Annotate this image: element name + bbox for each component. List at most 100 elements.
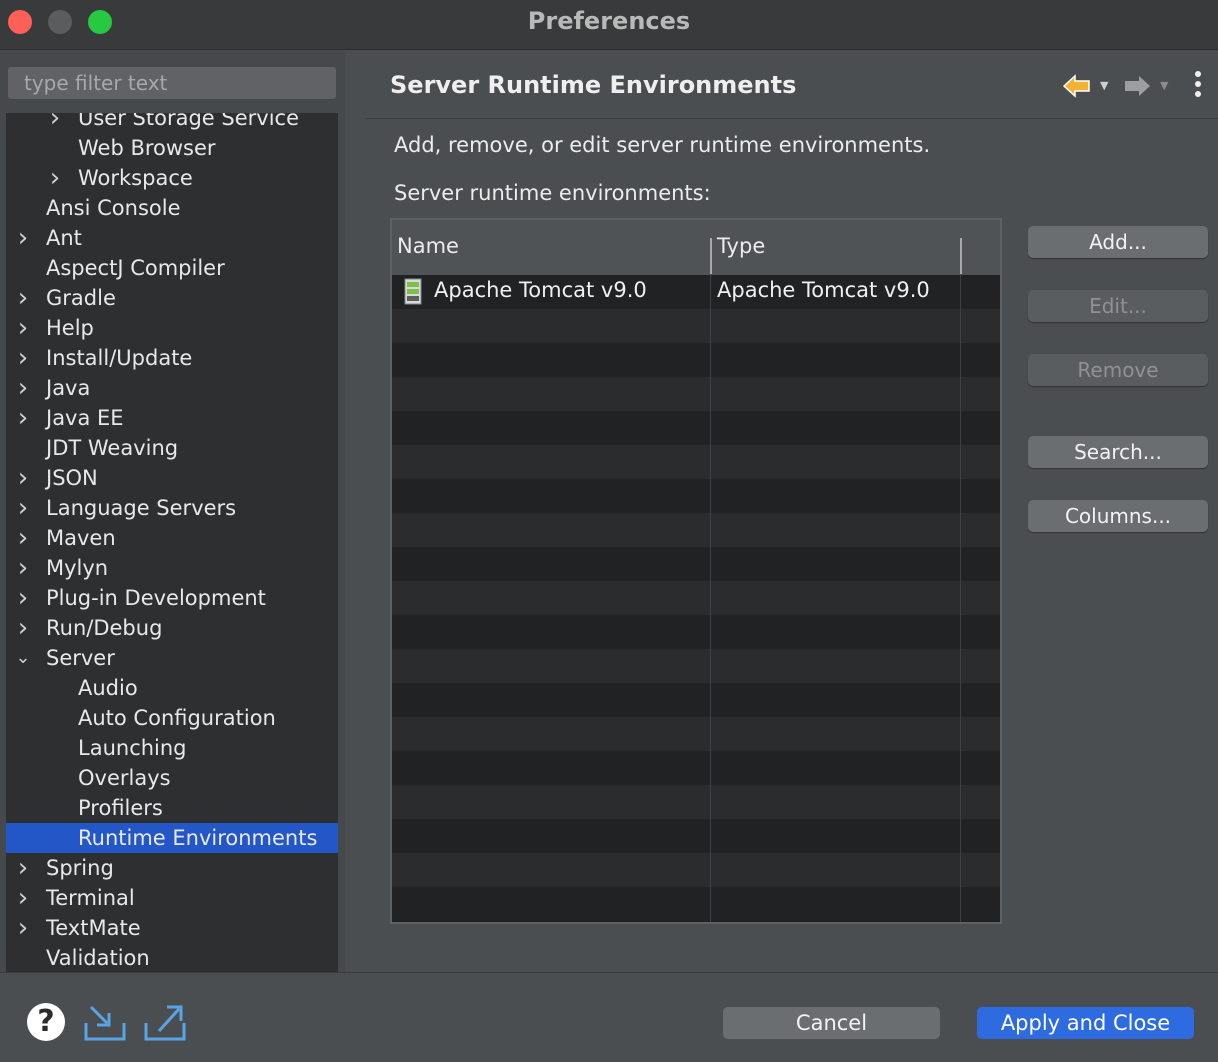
chevron-right-icon[interactable]: › [14,883,32,913]
chevron-right-icon[interactable]: › [14,343,32,373]
tree-item-label: Audio [78,676,138,700]
chevron-right-icon[interactable]: › [14,223,32,253]
add-button[interactable]: Add... [1028,226,1208,258]
chevron-right-icon[interactable]: › [14,283,32,313]
chevron-right-icon[interactable]: › [14,553,32,583]
help-icon[interactable]: ? [27,1003,65,1041]
tree-item[interactable]: Validation [6,943,338,972]
tree-item[interactable]: Profilers [6,793,338,823]
preferences-sidebar: › User Storage Service Web Browser › Workspa… [0,51,345,972]
table-row [392,649,1000,683]
tree-item[interactable]: Ansi Console [6,193,338,223]
tree-item[interactable]: ⌄ Server [6,643,338,673]
page-title: Server Runtime Environments [390,71,797,99]
tree-item-label: Server [46,646,115,670]
chevron-right-icon[interactable]: › [14,493,32,523]
tree-item-label: Web Browser [78,136,216,160]
runtime-list-label: Server runtime environments: [394,181,711,205]
tree-item-label: Auto Configuration [78,706,276,730]
chevron-right-icon[interactable]: › [46,113,64,133]
table-row [392,411,1000,445]
tree-item[interactable]: › Mylyn [6,553,338,583]
preferences-tree[interactable]: › User Storage Service Web Browser › Workspa… [6,113,338,972]
table-row [392,717,1000,751]
chevron-right-icon[interactable]: › [46,163,64,193]
tree-item-label: Gradle [46,286,116,310]
view-menu-icon[interactable] [1193,71,1203,101]
search-button[interactable]: Search... [1028,436,1208,468]
tree-item[interactable]: › Spring [6,853,338,883]
column-gridline [710,275,711,922]
table-row [392,513,1000,547]
chevron-right-icon[interactable]: › [14,523,32,553]
tree-item-label: Language Servers [46,496,237,520]
columns-button[interactable]: Columns... [1028,500,1208,532]
remove-button: Remove [1028,354,1208,386]
dialog-footer: ? Cancel Apply and Close [0,972,1218,1062]
table-row[interactable]: Apache Tomcat v9.0 Apache Tomcat v9.0 [392,275,1000,309]
tree-item[interactable]: › Java EE [6,403,338,433]
tree-item[interactable]: › Install/Update [6,343,338,373]
chevron-right-icon[interactable]: › [14,463,32,493]
tree-item[interactable]: › Terminal [6,883,338,913]
tree-item[interactable]: AspectJ Compiler [6,253,338,283]
chevron-right-icon[interactable]: › [14,583,32,613]
filter-input[interactable] [8,67,336,99]
tree-item-label: Launching [78,736,187,760]
table-row [392,479,1000,513]
tree-item[interactable]: Web Browser [6,133,338,163]
table-row [392,819,1000,853]
back-arrow-icon[interactable] [1062,73,1092,99]
export-icon[interactable] [143,1001,187,1043]
tree-item[interactable]: › JSON [6,463,338,493]
server-icon [404,278,422,305]
forward-history-dropdown-icon: ▼ [1160,79,1169,92]
chevron-right-icon[interactable]: › [14,373,32,403]
chevron-right-icon[interactable]: › [14,313,32,343]
tree-item[interactable]: Launching [6,733,338,763]
tree-item[interactable]: › Gradle [6,283,338,313]
table-row [392,377,1000,411]
tree-item[interactable]: › Java [6,373,338,403]
tree-item[interactable]: JDT Weaving [6,433,338,463]
tree-item[interactable]: › TextMate [6,913,338,943]
chevron-right-icon[interactable]: › [14,403,32,433]
tree-item[interactable]: Auto Configuration [6,703,338,733]
tree-item-label: Spring [46,856,114,880]
tree-item-label: Plug-in Development [46,586,266,610]
tree-item[interactable]: › Ant [6,223,338,253]
tree-item[interactable]: › Language Servers [6,493,338,523]
tree-item[interactable]: Audio [6,673,338,703]
tree-item[interactable]: Overlays [6,763,338,793]
chevron-right-icon[interactable]: › [14,613,32,643]
chevron-right-icon[interactable]: › [14,913,32,943]
chevron-down-icon[interactable]: ⌄ [14,643,32,673]
runtime-name-cell: Apache Tomcat v9.0 [434,278,647,302]
tree-item[interactable]: › Plug-in Development [6,583,338,613]
tree-item-label: Mylyn [46,556,109,580]
tree-item[interactable]: › User Storage Service [6,113,338,133]
tree-item[interactable]: Runtime Environments [6,823,338,853]
table-row [392,751,1000,785]
back-history-dropdown-icon[interactable]: ▼ [1100,79,1108,92]
column-divider[interactable] [960,238,962,274]
tree-item[interactable]: › Maven [6,523,338,553]
cancel-button[interactable]: Cancel [723,1007,940,1039]
apply-and-close-button[interactable]: Apply and Close [977,1007,1194,1039]
column-header-type[interactable]: Type [717,234,765,258]
tree-item-label: Terminal [46,886,135,910]
table-row [392,309,1000,343]
chevron-right-icon[interactable]: › [14,853,32,883]
runtime-environments-table[interactable]: Name Type Apache Tomcat v9.0 Apache Tomca… [390,218,1002,924]
tree-item[interactable]: › Help [6,313,338,343]
table-row [392,785,1000,819]
tree-item[interactable]: › Workspace [6,163,338,193]
tree-item-label: Overlays [78,766,171,790]
table-row [392,343,1000,377]
tree-item[interactable]: › Run/Debug [6,613,338,643]
column-divider[interactable] [710,238,712,274]
tree-item-label: Ansi Console [46,196,181,220]
runtime-type-cell: Apache Tomcat v9.0 [717,278,930,302]
import-icon[interactable] [83,1001,127,1043]
column-header-name[interactable]: Name [397,234,459,258]
